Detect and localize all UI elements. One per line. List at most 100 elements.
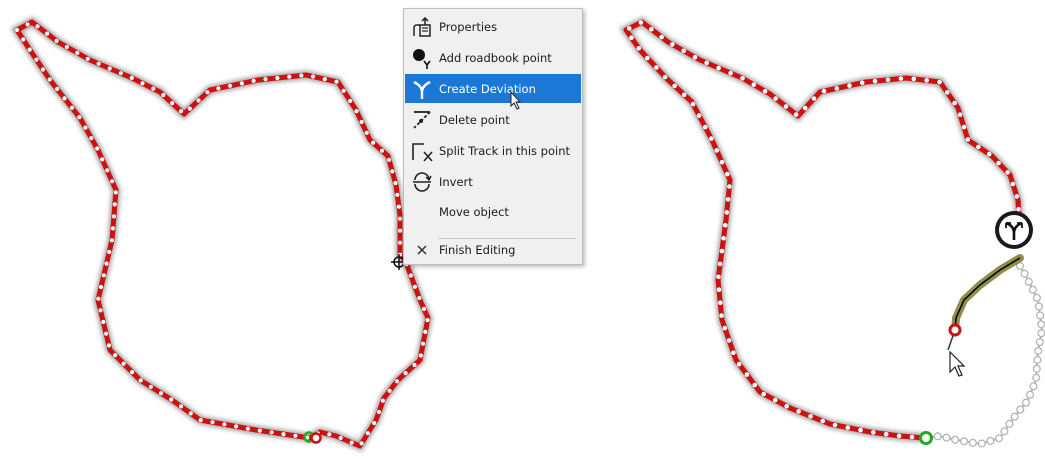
track-point[interactable] [263,77,268,82]
track-point[interactable] [338,435,343,440]
track-point[interactable] [724,210,730,215]
track-point[interactable] [34,57,39,62]
track-point[interactable] [25,22,30,27]
track-point[interactable] [725,171,730,177]
track-point[interactable] [659,34,664,40]
track-point[interactable] [397,216,403,221]
menu-item-delete-point[interactable]: Delete point [405,105,581,134]
track-point[interactable] [113,353,118,358]
track-point[interactable] [723,223,728,228]
track-point[interactable] [100,157,105,162]
track-point[interactable] [54,38,59,44]
track-point[interactable] [811,96,817,101]
track-point[interactable] [161,92,166,98]
track-point[interactable] [95,146,100,151]
track-point[interactable] [731,350,736,356]
track-point[interactable] [354,109,359,114]
track-point[interactable] [1032,293,1041,302]
track-point[interactable] [762,88,768,94]
track-point[interactable] [75,50,80,56]
track-point[interactable] [14,27,20,33]
track-point[interactable] [719,159,725,165]
menu-item-invert[interactable]: Invert [405,167,581,196]
track-point[interactable] [96,296,101,301]
track-point[interactable] [957,112,963,117]
track-point[interactable] [1016,405,1025,414]
track-point[interactable] [281,432,286,437]
track-point[interactable] [111,214,116,219]
track-point[interactable] [1000,427,1009,436]
track-point[interactable] [98,284,104,290]
track-point[interactable] [772,397,778,403]
track-point[interactable] [69,105,75,110]
track-point[interactable] [397,240,403,245]
track-point[interactable] [327,432,332,437]
track-point[interactable] [717,261,723,267]
track-point[interactable] [322,77,327,82]
track-point[interactable] [718,300,723,306]
track-point[interactable] [47,77,52,82]
track-point[interactable] [299,73,304,78]
track-point[interactable] [681,48,686,54]
track-point[interactable] [1005,419,1014,428]
track-point[interactable] [101,319,106,325]
track-point[interactable] [198,418,203,423]
track-point[interactable] [1035,338,1044,347]
track-point[interactable] [64,44,69,50]
track-point[interactable] [380,398,386,403]
track-point[interactable] [721,235,726,241]
track-point[interactable] [55,86,60,92]
track-point[interactable] [359,441,364,446]
track-point[interactable] [670,42,675,47]
left-track-line[interactable] [14,19,431,449]
track-point[interactable] [348,98,353,103]
track-point[interactable] [129,75,134,80]
track-point[interactable] [107,249,112,255]
track-point[interactable] [216,86,221,91]
track-point[interactable] [649,26,654,32]
track-point[interactable] [387,388,392,393]
track-point[interactable] [372,420,377,426]
track-point[interactable] [418,353,423,358]
track-point[interactable] [1010,181,1016,187]
track-point[interactable] [27,47,32,52]
track-point[interactable] [744,372,750,377]
track-point[interactable] [858,427,863,433]
start-marker[interactable] [919,431,933,445]
track-point[interactable] [408,273,413,278]
end-marker[interactable] [310,432,322,444]
deviation-marker-icon[interactable] [995,211,1033,249]
menu-item-add-roadbook-point[interactable]: Add roadbook point [405,43,581,72]
track-point[interactable] [394,379,400,384]
track-point[interactable] [85,56,90,61]
track-point[interactable] [716,65,721,71]
track-point[interactable] [403,371,408,376]
track-point[interactable] [104,331,109,336]
track-point[interactable] [187,106,192,111]
deviation-end-marker[interactable] [948,323,962,337]
track-point[interactable] [994,434,1004,443]
track-point[interactable] [944,90,950,95]
track-point[interactable] [951,435,960,444]
track-point[interactable] [719,313,724,318]
track-point[interactable] [924,78,929,83]
track-point[interactable] [859,80,865,86]
track-point[interactable] [681,92,687,98]
track-point[interactable] [423,329,428,334]
track-point[interactable] [1026,390,1035,399]
track-point[interactable] [151,86,156,91]
track-point[interactable] [311,74,316,79]
track-point[interactable] [397,228,403,233]
ghost-track-line[interactable] [924,265,1044,446]
track-point[interactable] [933,432,942,441]
track-point[interactable] [1010,412,1019,421]
track-point[interactable] [911,76,917,82]
track-point[interactable] [1029,382,1038,391]
track-point[interactable] [977,439,986,448]
deviation-segment[interactable] [951,254,1024,334]
track-point[interactable] [821,88,827,94]
track-point[interactable] [728,70,733,76]
ghost-track-points[interactable] [924,261,1045,448]
track-point[interactable] [62,96,67,101]
track-point[interactable] [1032,364,1041,373]
